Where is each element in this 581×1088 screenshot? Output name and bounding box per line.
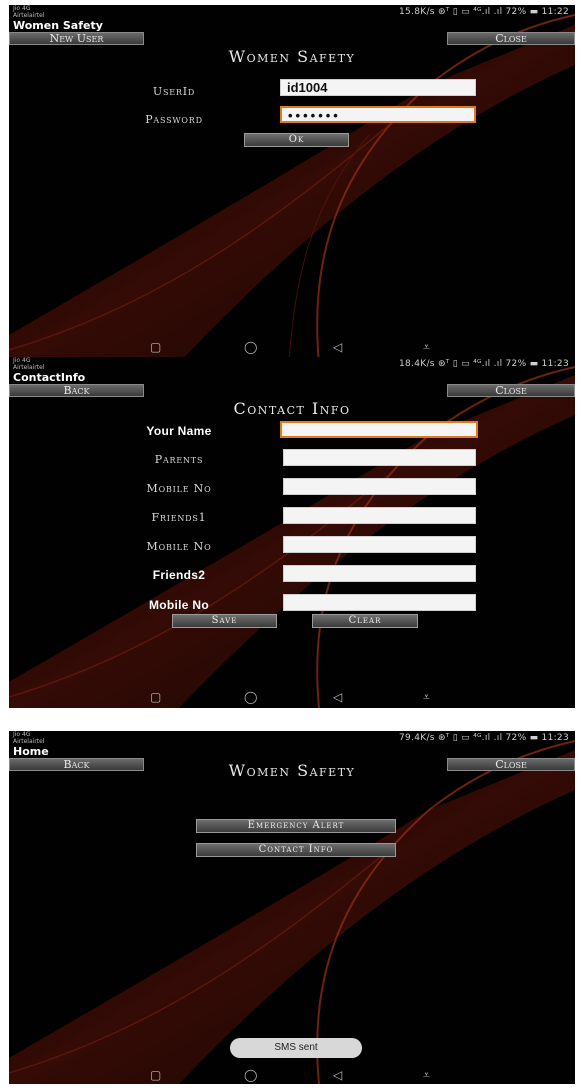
circle-icon[interactable]: ◯ <box>244 1068 257 1082</box>
parents-field[interactable] <box>283 449 476 466</box>
carrier-line-2: Airtelairtel <box>13 364 45 371</box>
carrier-line-1: Jio 4G <box>13 357 31 364</box>
nav-bar: ▢ ◯ ◁ ⩡ <box>9 336 575 358</box>
home-screen: Jio 4G Airtelairtel 79.4K/s ⊛ᵀ ▯ ▭ ⁴ᴳ.ıl… <box>9 731 575 1084</box>
carrier-line-2: Airtelairtel <box>13 738 45 745</box>
back-button[interactable]: Back <box>9 384 144 397</box>
carrier-info: Jio 4G Airtelairtel <box>13 5 44 19</box>
contact-info-button[interactable]: Contact Info <box>196 843 396 857</box>
clear-button[interactable]: Clear <box>312 614 418 628</box>
new-user-button[interactable]: New User <box>9 32 144 45</box>
parents-label: Parents <box>154 453 204 466</box>
mobile-no-label-3: Mobile No <box>148 598 210 612</box>
notification-down-icon[interactable]: ⩡ <box>423 1068 430 1082</box>
mobile-no-label-2: Mobile No <box>146 540 212 553</box>
friends1-field[interactable] <box>283 507 476 524</box>
circle-icon[interactable]: ◯ <box>244 340 257 354</box>
status-bar: Jio 4G Airtelairtel 18.4K/s ⊛ᵀ ▯ ▭ ⁴ᴳ.ıl… <box>9 357 575 371</box>
carrier-info: Jio 4G Airtelairtel <box>13 731 44 745</box>
status-icons: 79.4K/s ⊛ᵀ ▯ ▭ ⁴ᴳ.ıl .ıl 72% ▬ 11:23 <box>399 733 569 743</box>
emergency-alert-button[interactable]: Emergency Alert <box>196 819 396 833</box>
contact-info-screen: Jio 4G Airtelairtel 18.4K/s ⊛ᵀ ▯ ▭ ⁴ᴳ.ıl… <box>9 357 575 708</box>
userid-field[interactable]: id1004 <box>280 79 476 96</box>
password-label: Password <box>145 113 203 126</box>
close-button[interactable]: Close <box>447 384 575 397</box>
mobile-no-label-1: Mobile No <box>146 482 212 495</box>
square-icon[interactable]: ▢ <box>150 340 161 354</box>
ok-button[interactable]: Ok <box>244 133 349 147</box>
mobile-no-field-2[interactable] <box>283 536 476 553</box>
password-field[interactable]: ••••••• <box>280 106 476 123</box>
triangle-back-icon[interactable]: ◁ <box>333 340 342 354</box>
userid-label: UserId <box>152 85 196 98</box>
status-bar: Jio 4G Airtelairtel 15.8K/s ⊛ᵀ ▯ ▭ ⁴ᴳ.ıl… <box>9 5 575 19</box>
carrier-info: Jio 4G Airtelairtel <box>13 357 44 371</box>
carrier-line-1: Jio 4G <box>13 5 31 12</box>
status-bar: Jio 4G Airtelairtel 79.4K/s ⊛ᵀ ▯ ▭ ⁴ᴳ.ıl… <box>9 731 575 745</box>
page-title: Women Safety <box>228 47 356 66</box>
status-icons: 15.8K/s ⊛ᵀ ▯ ▭ ⁴ᴳ.ıl .ıl 72% ▬ 11:22 <box>399 7 569 17</box>
nav-bar: ▢ ◯ ◁ ⩡ <box>9 686 575 708</box>
app-title: Home <box>13 745 49 758</box>
save-button[interactable]: Save <box>172 614 277 628</box>
circle-icon[interactable]: ◯ <box>244 690 257 704</box>
mobile-no-field-1[interactable] <box>283 478 476 495</box>
sms-sent-toast: SMS sent <box>230 1038 362 1058</box>
triangle-back-icon[interactable]: ◁ <box>333 690 342 704</box>
app-title: Women Safety <box>13 19 103 32</box>
carrier-line-1: Jio 4G <box>13 731 31 738</box>
login-screen: Jio 4G Airtelairtel 15.8K/s ⊛ᵀ ▯ ▭ ⁴ᴳ.ıl… <box>9 5 575 363</box>
status-icons: 18.4K/s ⊛ᵀ ▯ ▭ ⁴ᴳ.ıl .ıl 72% ▬ 11:23 <box>399 359 569 369</box>
page-title: Contact Info <box>233 399 351 418</box>
page-title: Women Safety <box>228 761 356 780</box>
background-swirl <box>9 731 575 1084</box>
carrier-line-2: Airtelairtel <box>13 12 45 19</box>
notification-down-icon[interactable]: ⩡ <box>423 340 430 354</box>
app-title: ContactInfo <box>13 371 86 384</box>
friends2-field[interactable] <box>283 565 476 582</box>
friends1-label: Friends1 <box>151 511 207 524</box>
square-icon[interactable]: ▢ <box>150 1068 161 1082</box>
square-icon[interactable]: ▢ <box>150 690 161 704</box>
mobile-no-field-3[interactable] <box>283 594 476 611</box>
your-name-field[interactable] <box>280 421 478 438</box>
close-button[interactable]: Close <box>447 32 575 45</box>
notification-down-icon[interactable]: ⩡ <box>423 690 430 704</box>
nav-bar: ▢ ◯ ◁ ⩡ <box>9 1064 575 1084</box>
your-name-label: Your Name <box>146 424 212 438</box>
friends2-label: Friends2 <box>152 568 206 582</box>
triangle-back-icon[interactable]: ◁ <box>333 1068 342 1082</box>
